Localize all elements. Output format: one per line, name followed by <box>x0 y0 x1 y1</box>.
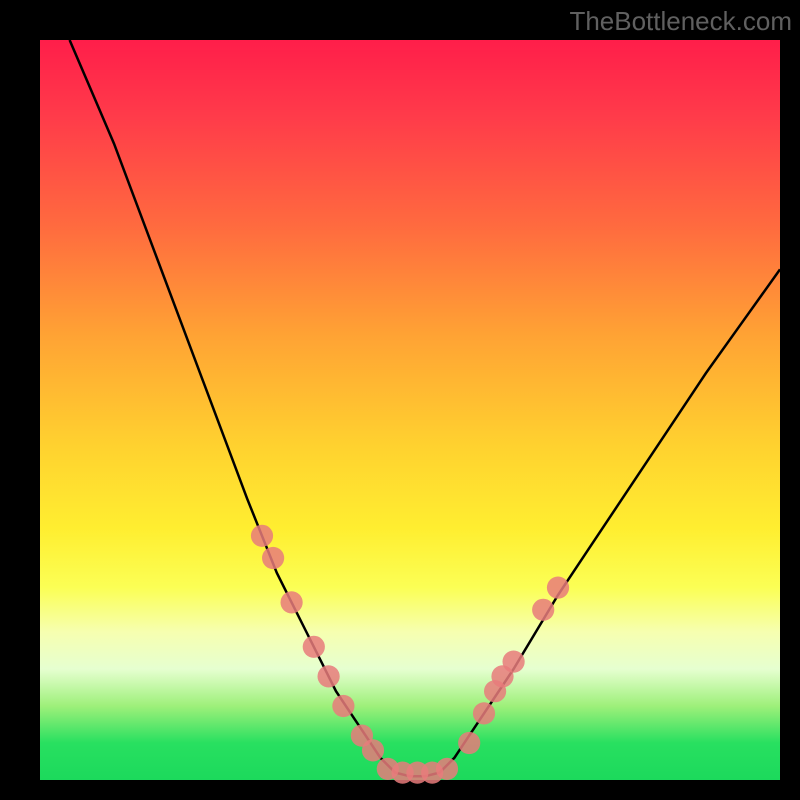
bottleneck-curve-path <box>70 40 780 776</box>
left-marker <box>332 695 354 717</box>
left-marker <box>303 636 325 658</box>
right-marker <box>458 732 480 754</box>
chart-svg <box>40 40 780 780</box>
right-marker <box>532 599 554 621</box>
watermark-text: TheBottleneck.com <box>569 6 792 37</box>
right-marker <box>503 651 525 673</box>
left-marker <box>262 547 284 569</box>
trough-marker <box>436 758 458 780</box>
left-marker <box>318 665 340 687</box>
left-marker <box>251 525 273 547</box>
chart-frame: TheBottleneck.com <box>0 0 800 800</box>
right-marker <box>547 577 569 599</box>
bottleneck-curve <box>70 40 780 776</box>
left-marker <box>281 591 303 613</box>
right-marker <box>473 702 495 724</box>
left-marker <box>362 739 384 761</box>
marker-points <box>251 525 569 784</box>
